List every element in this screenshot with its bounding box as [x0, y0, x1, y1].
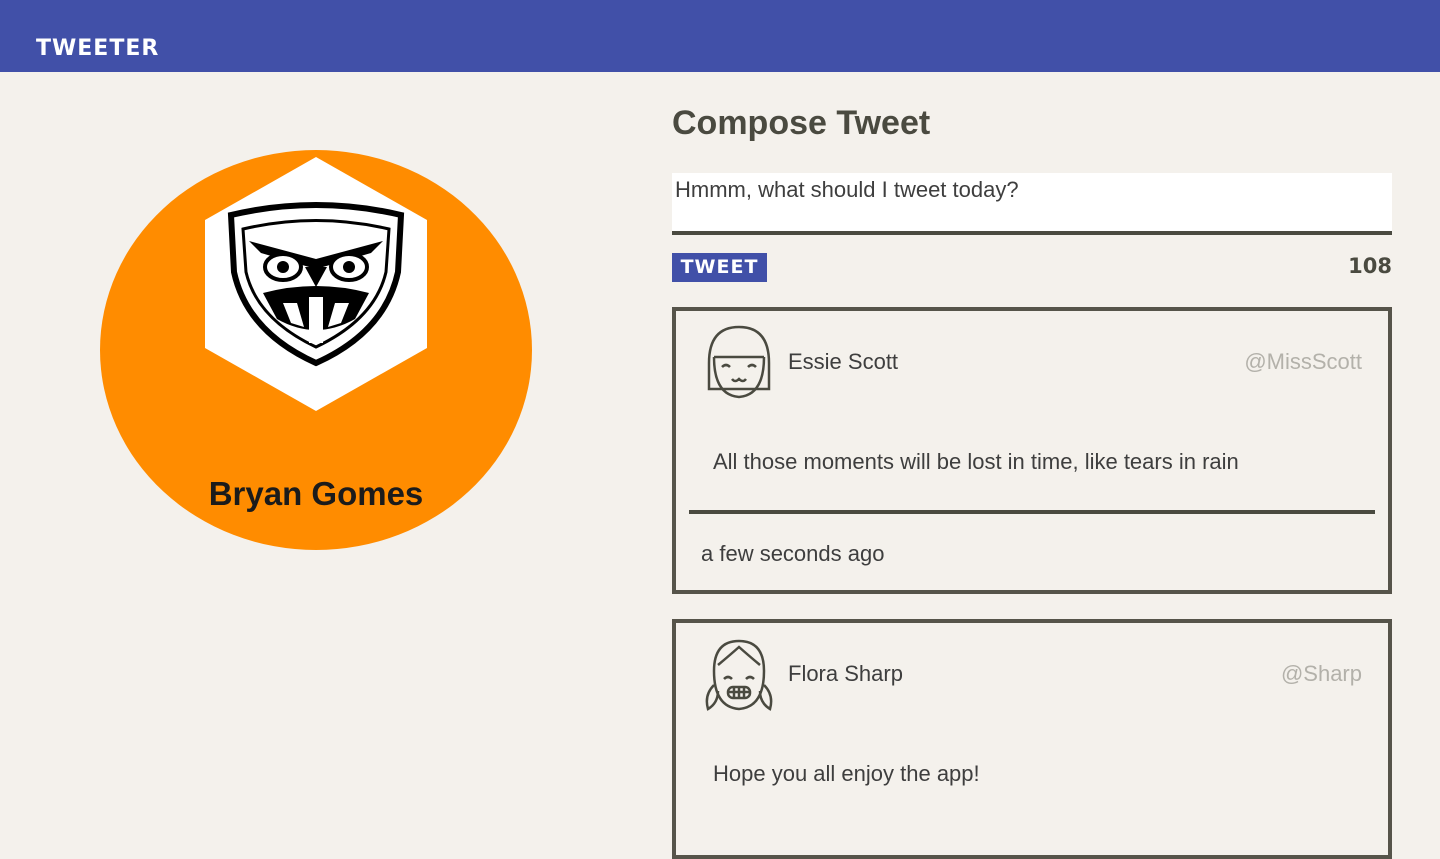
compose-divider	[672, 231, 1392, 235]
tweet-card: Flora Sharp @Sharp Hope you all enjoy th…	[672, 619, 1392, 859]
tweet-text: All those moments will be lost in time, …	[713, 449, 1239, 474]
tweet-text: Hope you all enjoy the app!	[713, 761, 980, 786]
brand-logo[interactable]: TWEETER	[36, 37, 159, 61]
tweet-divider	[689, 510, 1375, 514]
profile-name: Bryan Gomes	[208, 475, 424, 512]
tweet-author-name[interactable]: Essie Scott	[788, 349, 898, 375]
tweet-button[interactable]: TWEET	[672, 253, 767, 282]
tweet-author-handle[interactable]: @Sharp	[1281, 661, 1362, 687]
girl-pigtails-avatar-icon	[704, 635, 774, 715]
owl-shield-icon	[205, 157, 427, 411]
girl-bangs-avatar-icon	[704, 323, 774, 403]
top-nav-bar: TWEETER	[0, 0, 1440, 72]
compose-title: Compose Tweet	[672, 104, 931, 142]
tweet-author-name[interactable]: Flora Sharp	[788, 661, 903, 687]
tweet-author-handle[interactable]: @MissScott	[1244, 349, 1362, 375]
tweet-timestamp: a few seconds ago	[701, 541, 885, 566]
tweet-card: Essie Scott @MissScott All those moments…	[672, 307, 1392, 594]
character-counter: 108	[1348, 254, 1392, 278]
compose-tweet-input[interactable]	[672, 173, 1392, 231]
